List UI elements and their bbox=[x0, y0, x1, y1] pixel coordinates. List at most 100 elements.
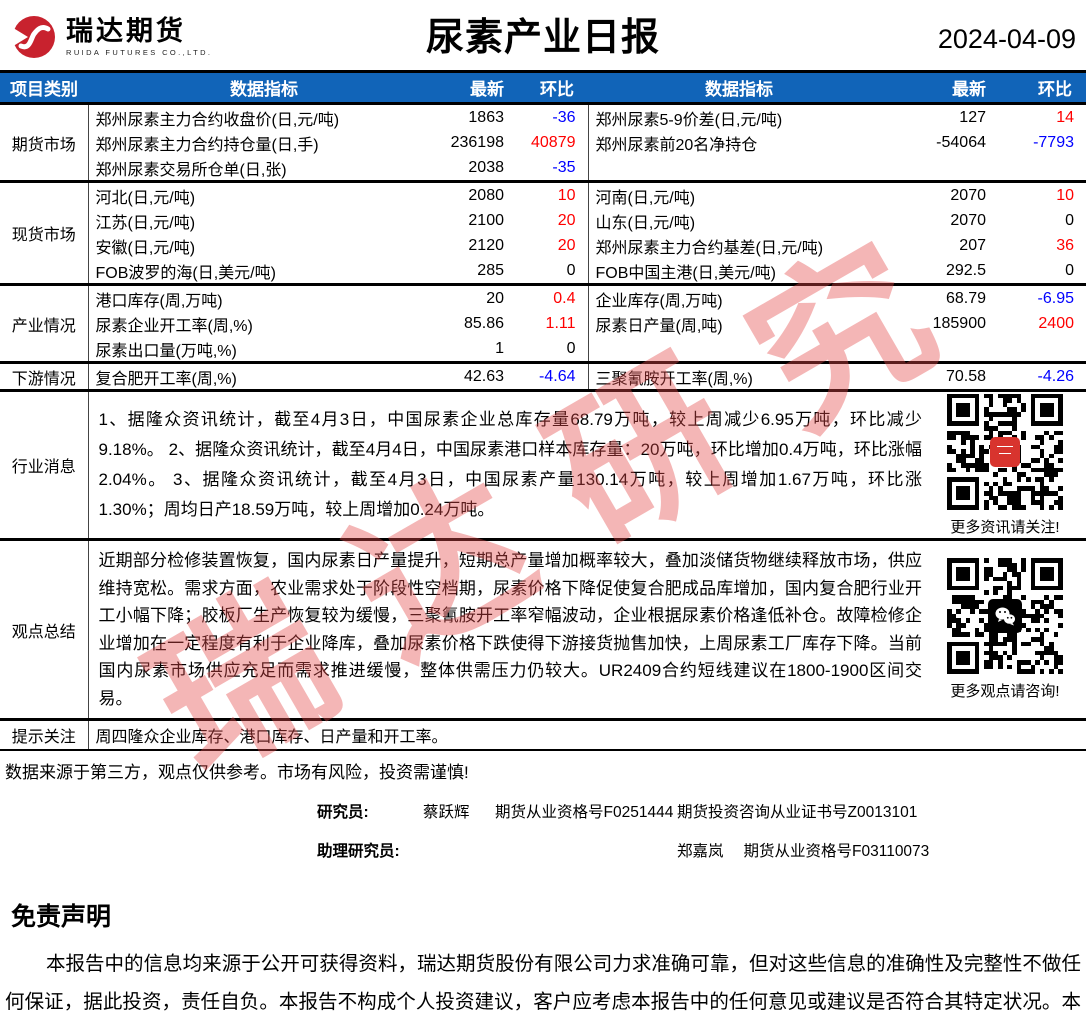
change-cell: 0 bbox=[518, 258, 589, 285]
report-page: 瑞达研究 瑞达期货 RUIDA FUTURES CO.,LTD. 尿素产业日报 … bbox=[0, 0, 1086, 1017]
ruida-logo-badge-icon bbox=[990, 436, 1020, 467]
table-row: 期货市场 郑州尿素主力合约收盘价(日,元/吨) 1863 -36 郑州尿素5-9价差(日… bbox=[0, 102, 1086, 182]
risk-note: 数据来源于第三方，观点仅供参考。市场有风险，投资需谨慎! bbox=[5, 763, 469, 782]
change-cell: 20 bbox=[518, 208, 589, 233]
change-cell: 0 bbox=[1065, 211, 1074, 229]
summary-qr-caption: 更多观点请咨询! bbox=[950, 683, 1060, 700]
table-row: 安徽(日,元/吨) 2120 20 郑州尿素主力合约基差(日,元/吨) 207 36 bbox=[0, 233, 1086, 258]
change-cell bbox=[1000, 336, 1086, 363]
col-header-category: 项目类别 bbox=[0, 71, 88, 104]
indicator-cell: FOB波罗的海(日,美元/吨) bbox=[95, 264, 276, 282]
col-header-indicator-1: 数据指标 bbox=[88, 71, 440, 104]
change-cell: -4.26 bbox=[1000, 361, 1086, 391]
watch-alert-row: 提示关注 周四隆众企业库存、港口库存、日产量和开工率。 bbox=[0, 718, 1086, 751]
indicator-cell: 安徽(日,元/吨) bbox=[95, 239, 196, 257]
researcher-label: 研究员: bbox=[317, 804, 369, 821]
report-date: 2024-04-09 bbox=[937, 24, 1076, 54]
indicator-cell: 郑州尿素5-9价差(日,元/吨) bbox=[588, 102, 890, 130]
indicator-cell: 港口库存(周,万吨) bbox=[88, 283, 440, 311]
category-label: 观点总结 bbox=[0, 538, 89, 720]
news-qr-caption: 更多资讯请关注! bbox=[950, 518, 1060, 536]
indicator-cell: 复合肥开工率(周,%) bbox=[88, 361, 440, 391]
data-table: 项目类别 数据指标 最新 环比 数据指标 最新 环比 期货市场 郑州尿素主力合约收… bbox=[0, 70, 1086, 751]
col-header-change-2: 环比 bbox=[1000, 71, 1086, 104]
latest-cell: 185900 bbox=[932, 314, 986, 332]
change-cell: -35 bbox=[518, 155, 589, 182]
latest-cell: 70.58 bbox=[890, 361, 1000, 391]
researcher-block: 研究员: 蔡跃辉 期货从业资格号F0251444 期货投资咨询从业证书号Z001… bbox=[317, 800, 1086, 861]
assistant-cert: 期货从业资格号F03110073 bbox=[743, 843, 930, 860]
indicator-cell: 三聚氰胺开工率(周,%) bbox=[588, 361, 890, 391]
disclaimer-text: 本报告中的信息均来源于公开可获得资料，瑞达期货股份有限公司力求准确可靠，但对这些… bbox=[5, 953, 1081, 1013]
indicator-cell bbox=[588, 336, 890, 363]
latest-cell: -54064 bbox=[936, 133, 986, 151]
change-cell: -4.64 bbox=[518, 361, 589, 391]
indicator-cell: 尿素出口量(万吨,%) bbox=[95, 342, 237, 360]
change-cell: 36 bbox=[1056, 236, 1074, 254]
latest-cell: 1 bbox=[495, 339, 504, 357]
disclaimer-title: 免责声明 bbox=[11, 903, 112, 931]
indicator-cell: FOB中国主港(日,美元/吨) bbox=[595, 264, 776, 282]
category-label: 下游情况 bbox=[0, 361, 89, 391]
latest-cell: 2120 bbox=[468, 236, 504, 254]
table-header: 项目类别 数据指标 最新 环比 数据指标 最新 环比 bbox=[0, 71, 1086, 104]
latest-cell: 20 bbox=[440, 283, 518, 311]
latest-cell: 2070 bbox=[950, 211, 986, 229]
viewpoint-summary-text: 近期部分检修装置恢复，国内尿素日产量提升，短期总产量增加概率较大，叠加淡储货物继… bbox=[98, 551, 923, 708]
summary-qr-block: 更多观点请咨询! bbox=[932, 558, 1086, 701]
change-cell: 40879 bbox=[518, 130, 589, 155]
latest-cell: 2100 bbox=[468, 211, 504, 229]
indicator-cell: 山东(日,元/吨) bbox=[595, 214, 696, 232]
latest-cell: 2038 bbox=[468, 158, 504, 176]
table-row: 郑州尿素交易所仓单(日,张) 2038 -35 bbox=[0, 155, 1086, 182]
watch-alert-text: 周四隆众企业库存、港口库存、日产量和开工率。 bbox=[88, 718, 1086, 751]
change-cell: 2400 bbox=[1038, 314, 1074, 332]
latest-cell: 285 bbox=[477, 261, 504, 279]
change-cell: -7793 bbox=[1033, 133, 1074, 151]
disclaimer-section: 免责声明 本报告中的信息均来源于公开可获得资料，瑞达期货股份有限公司力求准确可靠… bbox=[0, 897, 1086, 1017]
change-cell: 0 bbox=[518, 336, 589, 363]
category-label: 行业消息 bbox=[0, 389, 89, 540]
col-header-latest-1: 最新 bbox=[440, 71, 518, 104]
col-header-indicator-2: 数据指标 bbox=[588, 71, 890, 104]
latest-cell bbox=[890, 336, 1000, 363]
change-cell: 20 bbox=[518, 233, 589, 258]
indicator-cell: 河北(日,元/吨) bbox=[88, 180, 440, 208]
category-label: 现货市场 bbox=[0, 180, 89, 285]
change-cell: 10 bbox=[518, 180, 589, 208]
indicator-cell: 企业库存(周,万吨) bbox=[588, 283, 890, 311]
table-row: 江苏(日,元/吨) 2100 20 山东(日,元/吨) 2070 0 bbox=[0, 208, 1086, 233]
col-header-latest-2: 最新 bbox=[890, 71, 1000, 104]
assistant-label: 助理研究员: bbox=[317, 843, 400, 860]
change-cell: 1.11 bbox=[518, 311, 589, 336]
table-row: 尿素出口量(万吨,%) 1 0 bbox=[0, 336, 1086, 363]
indicator-cell: 郑州尿素主力合约持仓量(日,手) bbox=[95, 136, 319, 154]
indicator-cell: 江苏(日,元/吨) bbox=[95, 214, 196, 232]
assistant-name: 郑嘉岚 bbox=[677, 843, 724, 860]
indicator-cell: 郑州尿素前20名净持仓 bbox=[595, 136, 758, 154]
category-label: 产业情况 bbox=[0, 283, 89, 363]
latest-cell: 2070 bbox=[890, 180, 1000, 208]
table-row: 郑州尿素主力合约持仓量(日,手) 236198 40879 郑州尿素前20名净持仓 -5… bbox=[0, 130, 1086, 155]
latest-cell: 68.79 bbox=[890, 283, 1000, 311]
indicator-cell bbox=[588, 155, 890, 182]
viewpoint-summary-row: 观点总结 近期部分检修装置恢复，国内尿素日产量提升，短期总产量增加概率较大，叠加… bbox=[0, 538, 1086, 720]
industry-news-text: 1、据隆众资讯统计，截至4月3日，中国尿素企业总库存量68.79万吨，较上周减少… bbox=[98, 410, 923, 519]
latest-cell: 2080 bbox=[440, 180, 518, 208]
category-label: 提示关注 bbox=[0, 718, 89, 751]
indicator-cell: 尿素企业开工率(周,%) bbox=[95, 317, 253, 335]
table-row: 产业情况 港口库存(周,万吨) 20 0.4 企业库存(周,万吨) 68.79 -6.95 bbox=[0, 283, 1086, 363]
report-header: 瑞达期货 RUIDA FUTURES CO.,LTD. 尿素产业日报 2024-… bbox=[0, 0, 1086, 70]
change-cell: -6.95 bbox=[1000, 283, 1086, 311]
indicator-cell: 尿素日产量(周,吨) bbox=[595, 317, 723, 335]
latest-cell: 292.5 bbox=[945, 261, 986, 279]
change-cell: 0.4 bbox=[518, 283, 589, 311]
indicator-cell: 郑州尿素主力合约基差(日,元/吨) bbox=[595, 239, 824, 257]
wechat-icon bbox=[988, 599, 1022, 633]
latest-cell: 127 bbox=[890, 102, 1000, 130]
table-body: 期货市场 郑州尿素主力合约收盘价(日,元/吨) 1863 -36 郑州尿素5-9价差(日… bbox=[0, 102, 1086, 391]
table-row: 现货市场 河北(日,元/吨) 2080 10 河南(日,元/吨) 2070 10 bbox=[0, 180, 1086, 285]
indicator-cell: 郑州尿素交易所仓单(日,张) bbox=[95, 161, 287, 179]
latest-cell: 85.86 bbox=[463, 314, 504, 332]
table-row: FOB波罗的海(日,美元/吨) 285 0 FOB中国主港(日,美元/吨) 292.5 0 bbox=[0, 258, 1086, 285]
